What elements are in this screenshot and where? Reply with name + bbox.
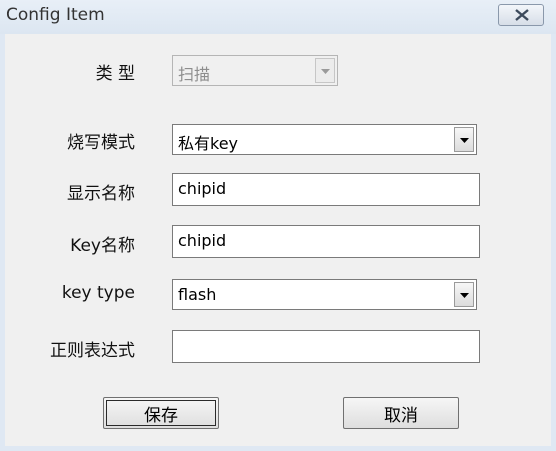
- save-button[interactable]: 保存: [103, 397, 219, 429]
- key-type-select-arrow[interactable]: [454, 282, 474, 307]
- key-type-label: key type: [61, 283, 135, 303]
- key-type-select-value: flash: [178, 285, 217, 304]
- regex-field[interactable]: [172, 330, 480, 363]
- burn-mode-select-value: 私有key: [178, 134, 239, 153]
- chevron-down-icon: [460, 138, 469, 143]
- type-select-arrow: [315, 58, 335, 83]
- display-name-label: 显示名称: [67, 184, 135, 204]
- type-select: 扫描: [172, 55, 338, 86]
- burn-mode-select-arrow[interactable]: [454, 127, 474, 152]
- config-item-dialog: Config Item 类 型 扫描 烧写模式 私有key 显示名称 chipi…: [0, 0, 556, 451]
- key-name-value: chipid: [178, 231, 227, 250]
- close-icon: [515, 9, 529, 21]
- title-bar[interactable]: Config Item: [0, 0, 556, 34]
- key-type-select[interactable]: flash: [172, 279, 477, 310]
- burn-mode-select[interactable]: 私有key: [172, 124, 477, 155]
- key-name-field[interactable]: chipid: [172, 225, 480, 258]
- regex-label: 正则表达式: [50, 341, 135, 361]
- display-name-field[interactable]: chipid: [172, 173, 480, 206]
- chevron-down-icon: [460, 293, 469, 298]
- type-label: 类 型: [95, 64, 135, 84]
- chevron-down-icon: [321, 69, 330, 74]
- cancel-button[interactable]: 取消: [343, 397, 459, 429]
- burn-mode-label: 烧写模式: [67, 133, 135, 153]
- cancel-button-label: 取消: [384, 406, 418, 426]
- save-button-label: 保存: [144, 406, 178, 426]
- key-name-label: Key名称: [70, 236, 135, 256]
- type-select-value: 扫描: [178, 65, 211, 84]
- close-button[interactable]: [498, 4, 544, 26]
- display-name-value: chipid: [178, 179, 227, 198]
- window-title: Config Item: [6, 5, 105, 25]
